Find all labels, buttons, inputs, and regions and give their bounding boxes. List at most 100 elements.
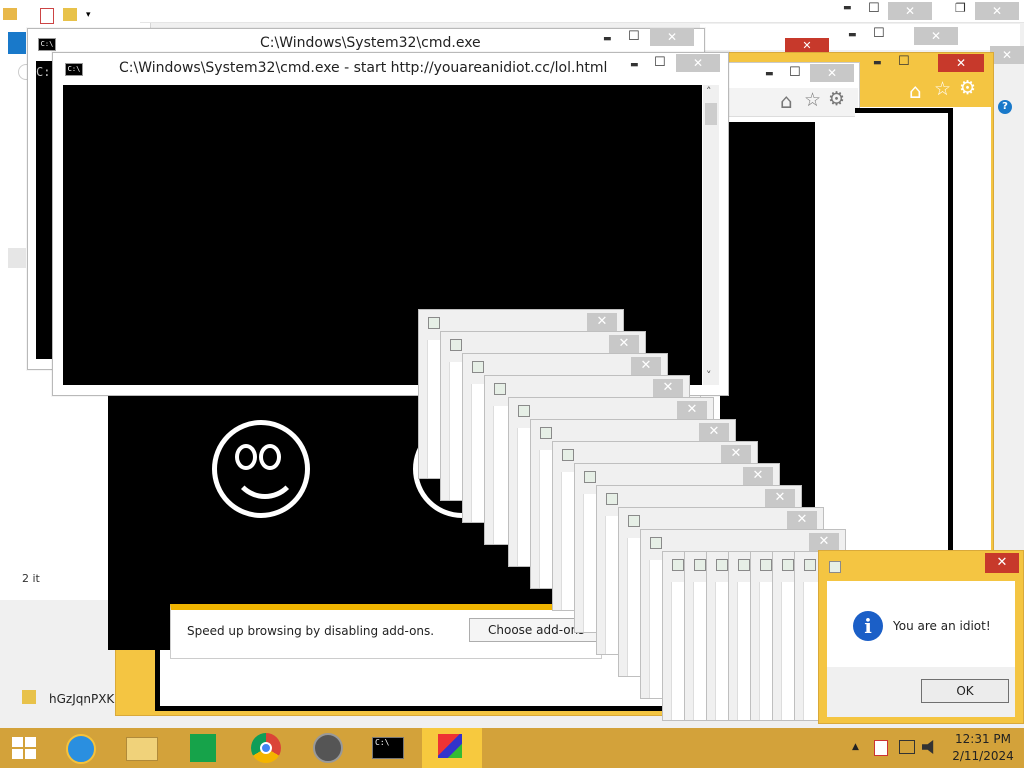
popup-close-button[interactable]: ✕ [609, 335, 639, 353]
cmd-back-prompt: C: [36, 65, 51, 79]
cmd-front-maximize-button[interactable]: ☐ [654, 55, 666, 70]
action-center-flag-icon[interactable] [874, 740, 888, 756]
speedometer-icon [313, 733, 343, 763]
popup-icon [450, 339, 462, 351]
popup-close-button[interactable]: ✕ [787, 511, 817, 529]
dialog-title-icon [829, 561, 841, 573]
show-hidden-icons-button[interactable]: ▲ [852, 742, 859, 752]
taskbar: C:\ ▲ 12:31 PM 2/11/2024 [0, 728, 1024, 768]
taskbar-app-button[interactable] [298, 728, 358, 768]
ie2-home-icon[interactable]: ⌂ [780, 89, 793, 113]
bg2-close-button[interactable]: ✕ [975, 2, 1019, 20]
status-item-count: 2 it [22, 572, 40, 585]
scroll-down-icon[interactable]: ˅ [706, 369, 712, 382]
volume-icon[interactable] [922, 740, 934, 754]
cmd-icon: C:\ [38, 38, 56, 51]
popup-close-button[interactable]: ✕ [743, 467, 773, 485]
taskbar-active-app-button[interactable] [422, 728, 482, 768]
popup-close-button[interactable]: ✕ [587, 313, 617, 331]
ie2-minimize-button[interactable]: ▬ [765, 69, 774, 79]
network-icon[interactable] [899, 740, 915, 754]
help-icon[interactable]: ? [998, 100, 1012, 114]
popup-close-button[interactable]: ✕ [677, 401, 707, 419]
bg5-close-button[interactable]: ✕ [990, 46, 1024, 64]
smiley-face-icon [212, 420, 310, 518]
ie-settings-icon[interactable]: ⚙ [959, 77, 976, 99]
dropdown-chevron-icon[interactable]: ▾ [86, 10, 91, 20]
popup-close-button[interactable]: ✕ [809, 533, 839, 551]
cmd-front-scrollbar[interactable]: ˄ ˅ [703, 85, 719, 385]
bg-close-button[interactable]: ✕ [888, 2, 932, 20]
internet-explorer-icon [66, 734, 96, 764]
taskbar-cmd-button[interactable]: C:\ [360, 728, 420, 768]
ie-minimize-button[interactable]: ▬ [873, 58, 882, 68]
popup-icon [606, 493, 618, 505]
windows-logo-icon [12, 737, 36, 759]
ie-favorites-icon[interactable]: ☆ [934, 78, 951, 100]
addons-message: Speed up browsing by disabling add-ons. [187, 624, 435, 638]
bg3-minimize-button[interactable]: ▬ [848, 30, 857, 40]
popup-icon [694, 559, 706, 571]
quick-access-toolbar: ▾ [0, 0, 150, 30]
colorful-app-icon [438, 734, 462, 758]
popup-icon [562, 449, 574, 461]
idiot-dialog: ✕ i You are an idiot! OK [818, 550, 1024, 724]
nav-pane-scrollbar[interactable] [8, 248, 26, 268]
popup-close-button[interactable]: ✕ [699, 423, 729, 441]
store-icon [190, 734, 216, 762]
popup-close-button[interactable]: ✕ [721, 445, 751, 463]
scroll-up-icon[interactable]: ˄ [706, 85, 712, 98]
popup-icon [628, 515, 640, 527]
bg2-restore-button[interactable]: ❐ [955, 1, 966, 15]
popup-close-button[interactable]: ✕ [631, 357, 661, 375]
ie2-maximize-button[interactable]: ☐ [789, 65, 801, 80]
ie-home-icon[interactable]: ⌂ [909, 79, 922, 103]
bg-maximize-button[interactable]: ☐ [868, 1, 880, 16]
clock-date[interactable]: 2/11/2024 [945, 749, 1021, 763]
cmd-front-title: C:\Windows\System32\cmd.exe - start http… [119, 60, 608, 76]
taskbar-store-button[interactable] [174, 728, 234, 768]
taskbar-chrome-button[interactable] [236, 728, 296, 768]
cmd-front-minimize-button[interactable]: ▬ [630, 60, 639, 70]
clock-time[interactable]: 12:31 PM [945, 732, 1021, 746]
popup-icon [428, 317, 440, 329]
file-name[interactable]: hGzJqnPXK [49, 692, 114, 706]
ie-close-button[interactable]: ✕ [938, 54, 984, 72]
bg-minimize-button[interactable]: ▬ [843, 3, 852, 13]
popup-icon [650, 537, 662, 549]
cmd-back-minimize-button[interactable]: ▬ [603, 34, 612, 44]
ie2-close-button[interactable]: ✕ [810, 64, 854, 82]
dialog-close-button[interactable]: ✕ [985, 553, 1019, 573]
popup-close-button[interactable]: ✕ [653, 379, 683, 397]
ribbon-tab-accent [8, 32, 26, 54]
ie2-settings-icon[interactable]: ⚙ [828, 88, 845, 110]
ie-maximize-button[interactable]: ☐ [898, 54, 910, 69]
cmd-back-maximize-button[interactable]: ☐ [628, 29, 640, 44]
taskbar-explorer-button[interactable] [112, 728, 172, 768]
cmd-front-close-button[interactable]: ✕ [676, 54, 720, 72]
scroll-thumb[interactable] [705, 103, 717, 125]
folder-arrow-icon[interactable] [3, 8, 17, 20]
cmd-back-close-button[interactable]: ✕ [650, 28, 694, 46]
popup-icon [584, 471, 596, 483]
smiley-mouth [231, 453, 299, 499]
popup-icon [760, 559, 772, 571]
ie2-favorites-icon[interactable]: ☆ [804, 89, 821, 111]
dialog-message: You are an idiot! [893, 619, 991, 633]
popup-icon [782, 559, 794, 571]
dialog-body: i You are an idiot! OK [827, 581, 1015, 717]
file-explorer-icon [126, 737, 158, 761]
cmd-back-title: C:\Windows\System32\cmd.exe [260, 35, 481, 51]
properties-icon[interactable] [40, 8, 54, 24]
bg3-close-button[interactable]: ✕ [914, 27, 958, 45]
bg3-maximize-button[interactable]: ☐ [873, 26, 885, 41]
popup-icon [494, 383, 506, 395]
taskbar-ie-button[interactable] [50, 728, 110, 768]
start-button[interactable] [0, 728, 48, 768]
file-icon [22, 690, 36, 704]
popup-icon [804, 559, 816, 571]
ok-button[interactable]: OK [921, 679, 1009, 703]
new-folder-icon[interactable] [63, 8, 77, 21]
cmd-front-icon: C:\ [65, 63, 83, 76]
popup-close-button[interactable]: ✕ [765, 489, 795, 507]
